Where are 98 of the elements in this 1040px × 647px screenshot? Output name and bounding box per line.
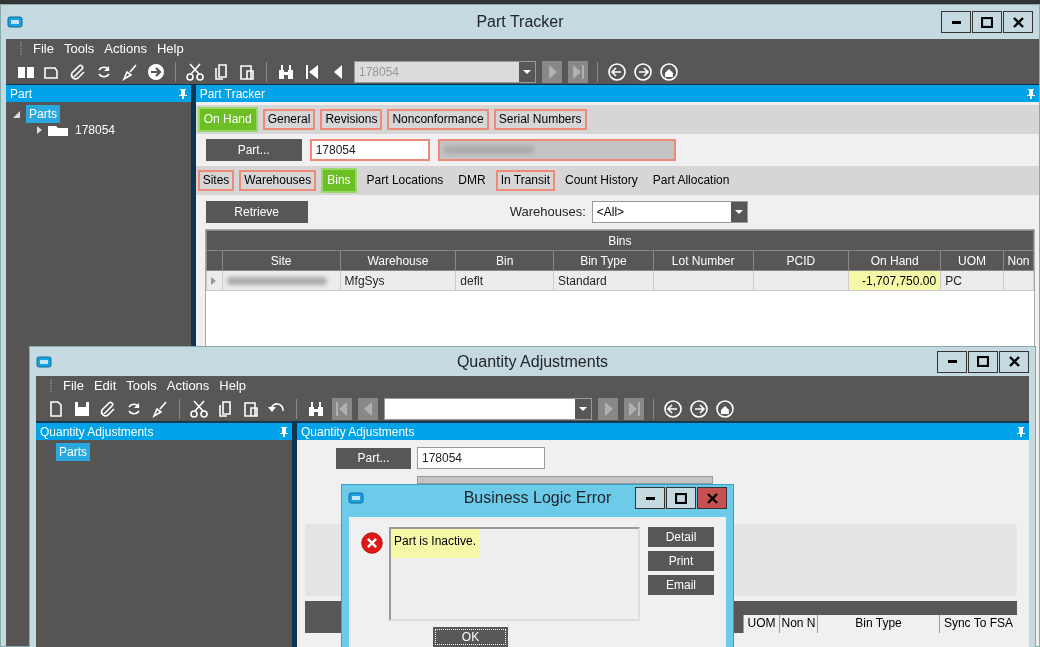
panel-title: Part Tracker bbox=[199, 85, 265, 103]
collapse-arrow-icon[interactable] bbox=[12, 109, 22, 119]
app-icon bbox=[7, 16, 23, 28]
maximize-icon bbox=[675, 492, 687, 504]
paperclip-icon[interactable] bbox=[98, 398, 118, 419]
maximize-button[interactable] bbox=[666, 487, 696, 509]
tab[interactable]: Part Locations bbox=[361, 170, 449, 191]
maximize-button[interactable] bbox=[972, 11, 1002, 33]
tab[interactable]: Serial Numbers bbox=[493, 109, 587, 130]
minimize-button[interactable] bbox=[937, 350, 967, 373]
pin-icon[interactable] bbox=[178, 88, 187, 99]
panel-title: Quantity Adjustments bbox=[40, 423, 154, 441]
close-icon bbox=[1008, 356, 1020, 367]
scissors-icon[interactable] bbox=[189, 398, 209, 419]
cell-text: Standard bbox=[558, 273, 607, 288]
part-button[interactable]: Part... bbox=[336, 447, 411, 469]
tab[interactable]: In Transit bbox=[495, 170, 555, 191]
app-icon bbox=[36, 355, 52, 368]
maximize-icon bbox=[977, 356, 989, 367]
cell-text: PC bbox=[945, 273, 962, 288]
tree-item[interactable]: 178054 bbox=[72, 121, 119, 139]
grip-icon bbox=[50, 379, 53, 393]
description-field[interactable] bbox=[417, 476, 713, 484]
pin-icon[interactable] bbox=[1017, 426, 1025, 437]
last-icon[interactable] bbox=[568, 60, 588, 83]
close-icon bbox=[706, 492, 718, 504]
next-icon[interactable] bbox=[542, 60, 562, 83]
part-button[interactable]: Part... bbox=[205, 139, 302, 161]
window-title: Business Logic Error bbox=[463, 489, 612, 506]
tab[interactable]: Revisions bbox=[320, 109, 383, 130]
grip-icon bbox=[20, 42, 23, 56]
menu-item[interactable]: Tools bbox=[63, 39, 95, 59]
minimize-icon bbox=[951, 20, 961, 24]
menu-item[interactable]: File bbox=[63, 376, 84, 396]
dropdown[interactable]: <All> bbox=[591, 201, 748, 223]
menu-item[interactable]: Edit bbox=[93, 376, 117, 396]
grid-title: Bins bbox=[206, 230, 1034, 251]
warehouses-label: Warehouses: bbox=[509, 203, 586, 222]
back-icon[interactable] bbox=[607, 61, 627, 82]
tab[interactable]: Warehouses bbox=[239, 170, 317, 191]
minimize-button[interactable] bbox=[635, 487, 665, 509]
arrow-circle-icon[interactable] bbox=[146, 61, 166, 82]
panel-title: Quantity Adjustments bbox=[301, 423, 415, 441]
part-field[interactable]: 178054 bbox=[309, 139, 430, 161]
first-icon[interactable] bbox=[332, 397, 352, 420]
dropdown[interactable] bbox=[384, 397, 592, 420]
cell-text: MfgSys bbox=[344, 273, 385, 288]
home-icon[interactable] bbox=[715, 398, 735, 419]
tab[interactable]: General bbox=[262, 109, 316, 130]
description-field[interactable] bbox=[437, 139, 676, 161]
panel-title: Part bbox=[10, 85, 32, 103]
column-header[interactable]: Bin Type bbox=[817, 615, 939, 633]
maximize-button[interactable] bbox=[968, 350, 998, 373]
column-header[interactable]: UOM bbox=[743, 615, 779, 633]
minimize-button[interactable] bbox=[941, 11, 971, 33]
cell-text: deflt bbox=[460, 273, 483, 288]
dialog-button[interactable]: Email bbox=[648, 575, 714, 595]
pin-icon[interactable] bbox=[1027, 88, 1035, 99]
menu-item[interactable]: File bbox=[33, 39, 54, 59]
part-field[interactable]: 178054 bbox=[417, 447, 545, 469]
home-icon[interactable] bbox=[659, 61, 679, 82]
pin-icon[interactable] bbox=[280, 426, 288, 437]
window-title: Quantity Adjustments bbox=[456, 352, 609, 370]
column-header[interactable]: Non N bbox=[779, 615, 817, 633]
ok-button[interactable]: OK bbox=[433, 627, 508, 647]
menu-item[interactable]: Help bbox=[156, 39, 184, 59]
back-icon[interactable] bbox=[663, 398, 683, 419]
cell-text: -1,707,750.00 bbox=[862, 273, 937, 288]
paperclip-icon[interactable] bbox=[68, 61, 88, 82]
scissors-icon[interactable] bbox=[185, 61, 205, 82]
app-icon bbox=[348, 492, 364, 504]
menu-item[interactable]: Actions bbox=[104, 39, 147, 59]
tab[interactable]: Sites bbox=[197, 170, 235, 191]
error-message: Part is Inactive. bbox=[394, 534, 477, 548]
close-button[interactable] bbox=[999, 350, 1029, 373]
maximize-icon bbox=[981, 16, 993, 28]
minimize-icon bbox=[645, 496, 655, 500]
minimize-icon bbox=[947, 360, 957, 363]
menu-item[interactable]: Actions bbox=[166, 376, 210, 396]
close-icon bbox=[1012, 16, 1024, 28]
close-button[interactable] bbox=[1003, 11, 1033, 33]
retrieve-button[interactable]: Retrieve bbox=[205, 201, 308, 223]
last-icon[interactable] bbox=[624, 397, 644, 420]
previous-icon[interactable] bbox=[358, 397, 378, 420]
tab[interactable]: Count History bbox=[560, 170, 643, 191]
forward-icon[interactable] bbox=[633, 61, 653, 82]
dialog-button[interactable]: Print bbox=[648, 551, 714, 571]
tab[interactable]: DMR bbox=[453, 170, 491, 191]
column-header[interactable]: Sync To FSA bbox=[939, 615, 1017, 633]
expand-arrow-icon[interactable] bbox=[34, 125, 44, 135]
next-icon[interactable] bbox=[598, 397, 618, 420]
tab[interactable]: Nonconformance bbox=[387, 109, 489, 130]
forward-icon[interactable] bbox=[689, 398, 709, 419]
menu-item[interactable]: Tools bbox=[126, 376, 157, 396]
dialog-button[interactable]: Detail bbox=[648, 527, 714, 547]
window-title: Part Tracker bbox=[476, 13, 564, 30]
tab[interactable]: Part Allocation bbox=[647, 170, 735, 191]
menu-item[interactable]: Help bbox=[219, 376, 247, 396]
